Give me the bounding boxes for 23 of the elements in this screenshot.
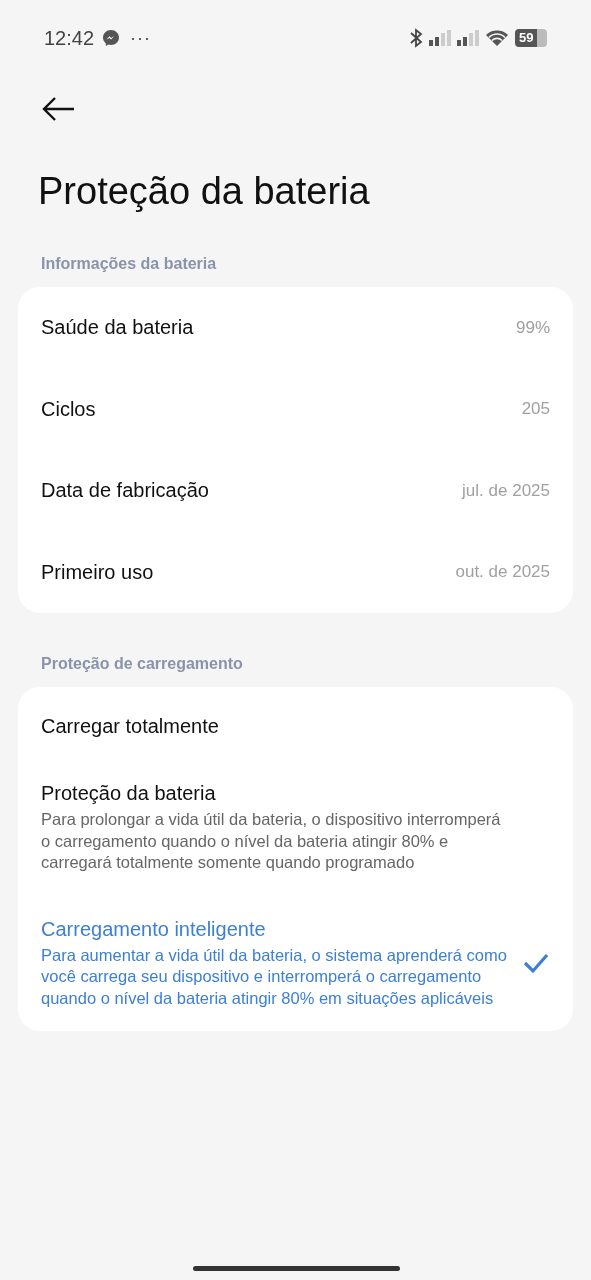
checkmark-icon — [522, 951, 550, 976]
section-header: Proteção de carregamento — [41, 655, 244, 673]
page-title: Proteção da bateria — [38, 170, 371, 213]
signal-icon — [429, 30, 451, 46]
more-notifications: ··· — [130, 27, 152, 49]
charging-option[interactable]: Carregamento inteligente Para aumentar a vida útil da bateria, o sistema aprenderá como você carrega seu dispositivo e interromperá o carregamento quando o nível da bateria atingir 80% em situações aplicáveis — [18, 893, 573, 1031]
bluetooth-icon — [409, 28, 423, 48]
charging-option[interactable]: Proteção da bateria Para prolongar a vida útil da bateria, o dispositivo interromperá o carregamento quando o nível da bateria atingir 80% e carregará totalmente somente quando programado — [18, 758, 573, 894]
messenger-icon — [102, 29, 121, 47]
setting-label: Data de fabricação — [41, 479, 209, 503]
wifi-icon — [485, 29, 509, 47]
setting-value: 205 — [521, 399, 550, 420]
clock: 12:42 — [44, 26, 95, 50]
setting-value: out. de 2025 — [455, 562, 550, 583]
setting-label: Primeiro uso — [41, 560, 154, 584]
signal-icon — [457, 30, 479, 46]
setting-label: Saúde da bateria — [41, 316, 194, 340]
setting-value: 99% — [515, 317, 550, 338]
setting-value: jul. de 2025 — [462, 480, 550, 501]
charging-option[interactable]: Carregar totalmente — [18, 687, 573, 758]
battery-icon: 59 — [515, 29, 547, 47]
setting-label: Ciclos — [41, 397, 96, 421]
section-header: Informações da bateria — [41, 255, 218, 273]
